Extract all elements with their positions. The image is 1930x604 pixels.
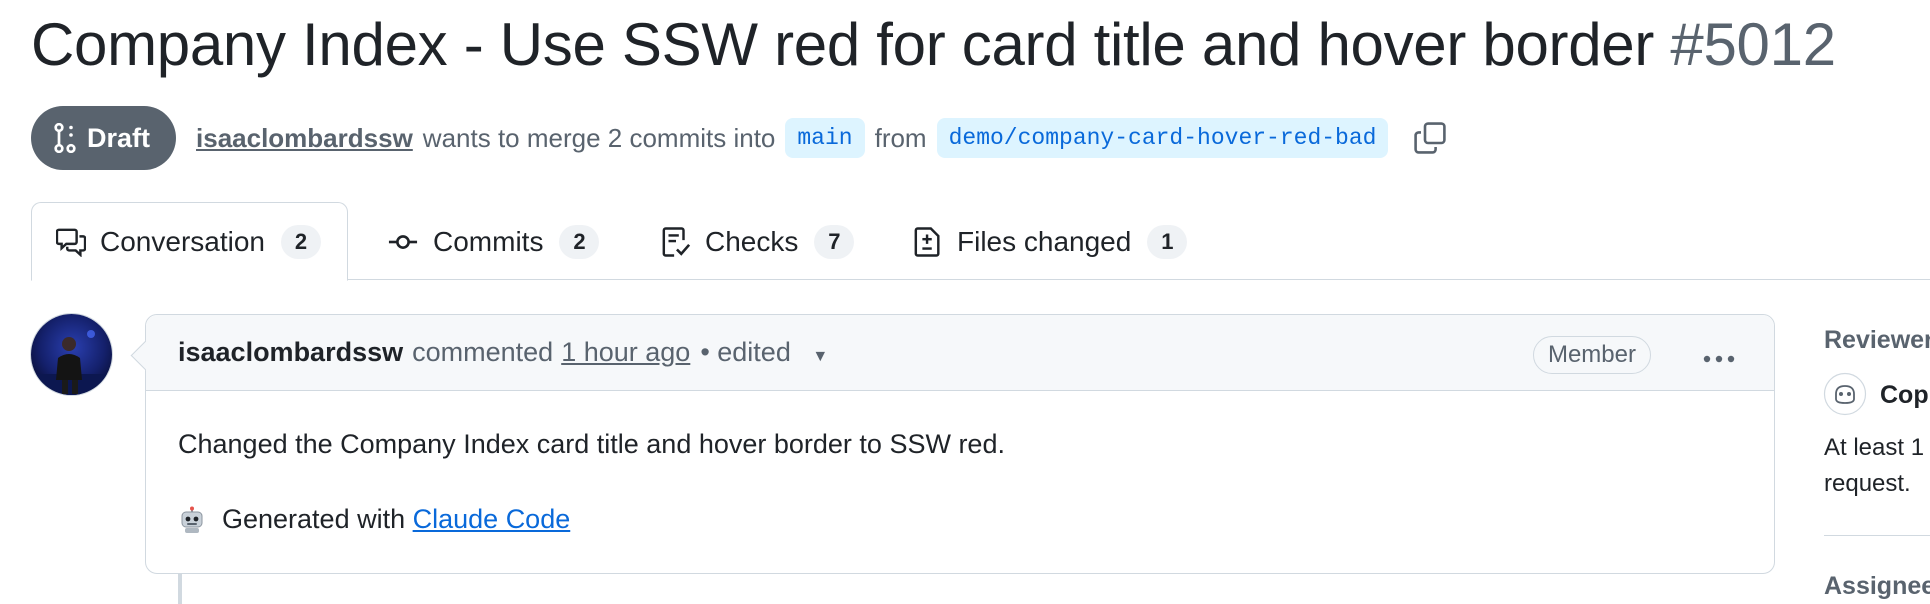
tab-label: Checks [705,225,799,257]
comment-text: Changed the Company Index card title and… [178,429,1005,459]
edited-dropdown[interactable]: • edited ▼ [700,337,828,368]
base-branch[interactable]: main [785,118,865,158]
robot-icon [181,506,203,533]
triangle-down-icon: ▼ [812,348,829,365]
comment-action: commented [412,337,554,367]
tab-files-changed[interactable]: Files changed 1 [913,202,1188,281]
avatar[interactable] [30,313,113,396]
claude-code-link[interactable]: Claude Code [413,504,571,535]
merge-text: wants to merge 2 commits into [422,122,776,153]
pr-meta: Draft isaaclombardssw wants to merge 2 c… [31,106,1447,170]
pr-tabs: Conversation 2 Commits 2 Checks 7 Files … [31,202,1930,281]
tab-counter: 1 [1147,224,1188,259]
tab-label: Files changed [957,225,1132,257]
reviewers-heading[interactable]: Reviewer [1824,326,1930,355]
edited-label: • edited [700,337,791,367]
tab-counter: 2 [559,224,600,259]
sidebar-divider [1824,535,1930,536]
comment-discussion-icon [56,228,86,257]
head-branch[interactable]: demo/company-card-hover-red-bad [936,118,1389,158]
git-pull-request-draft-icon [54,123,76,153]
generated-prefix: Generated with [222,504,406,534]
kebab-horizontal-icon [1703,355,1735,363]
avatar-image [31,314,112,395]
comment-options-button[interactable] [1702,341,1736,372]
comment-author-link[interactable]: isaaclombardssw [178,337,403,368]
reviewer-note-line1: At least 1 [1824,434,1925,461]
tab-counter: 7 [814,224,855,259]
tab-counter: 2 [280,224,321,259]
pr-author-link[interactable]: isaaclombardssw [196,123,413,154]
tab-conversation[interactable]: Conversation 2 [31,202,348,281]
copilot-icon [1823,372,1867,416]
timeline-line [178,574,182,604]
tab-commits[interactable]: Commits 2 [387,202,600,281]
from-text: from [874,122,927,153]
pr-number: #5012 [1670,11,1836,78]
assignees-heading[interactable]: Assignee [1824,572,1930,601]
reviewer-name[interactable]: Copi [1880,377,1930,413]
reviewer-note-line2: request. [1824,470,1911,497]
draft-status-badge: Draft [31,106,177,170]
generated-line: Generated with Claude Code [178,504,1742,535]
tab-checks[interactable]: Checks 7 [661,202,855,281]
draft-label: Draft [87,122,151,153]
pr-title-text: Company Index - Use SSW red for card tit… [31,11,1655,78]
comment-header: isaaclombardssw commented 1 hour ago • e… [146,315,1774,391]
pr-title: Company Index - Use SSW red for card tit… [31,10,1836,79]
member-badge: Member [1532,336,1651,374]
tab-label: Conversation [100,225,265,257]
git-commit-icon [388,234,418,249]
checklist-icon [662,226,691,257]
copy-icon [1414,122,1447,154]
copy-branch-button[interactable] [1414,122,1447,154]
comment-timestamp-link[interactable]: 1 hour ago [561,337,690,368]
tab-label: Commits [433,225,544,257]
file-diff-icon [914,226,940,257]
comment-box: isaaclombardssw commented 1 hour ago • e… [145,314,1775,574]
comment-body: Changed the Company Index card title and… [146,391,1774,535]
